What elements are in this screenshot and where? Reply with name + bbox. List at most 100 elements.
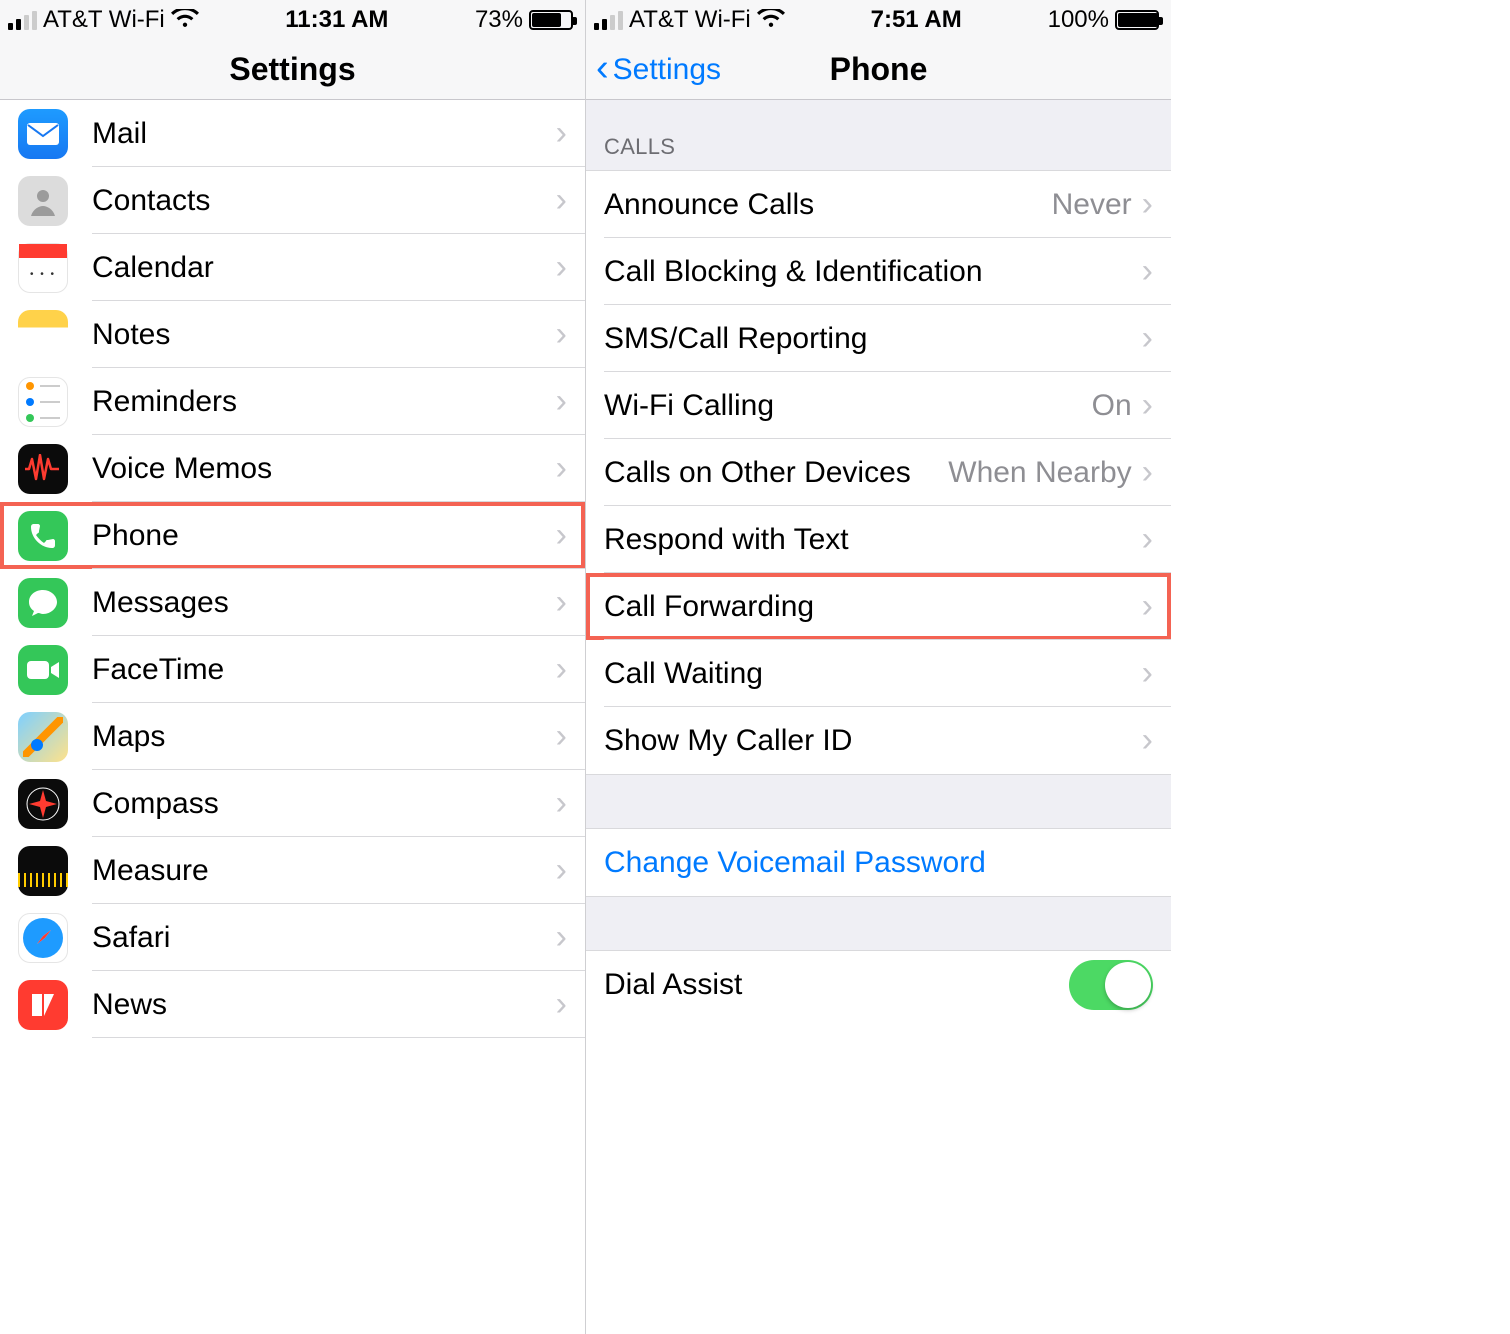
maps-icon bbox=[18, 712, 68, 762]
settings-row-compass[interactable]: Compass› bbox=[0, 770, 585, 837]
status-bar: AT&T Wi-Fi 7:51 AM 100% bbox=[586, 0, 1171, 40]
phone-row-forwarding[interactable]: Call Forwarding› bbox=[586, 573, 1171, 640]
chevron-right-icon: › bbox=[1142, 654, 1153, 693]
reminders-icon bbox=[18, 377, 68, 427]
wifi-icon bbox=[171, 5, 199, 36]
row-label: Mail bbox=[92, 117, 556, 151]
chevron-right-icon: › bbox=[556, 114, 567, 153]
contacts-icon bbox=[18, 176, 68, 226]
phone-row-wificalling[interactable]: Wi-Fi CallingOn › bbox=[586, 372, 1171, 439]
settings-row-facetime[interactable]: FaceTime› bbox=[0, 636, 585, 703]
news-icon bbox=[18, 980, 68, 1030]
chevron-right-icon: › bbox=[556, 382, 567, 421]
row-value: On bbox=[1092, 389, 1132, 423]
row-label: Compass bbox=[92, 787, 556, 821]
settings-row-news[interactable]: News› bbox=[0, 971, 585, 1038]
phone-row-smsreport[interactable]: SMS/Call Reporting› bbox=[586, 305, 1171, 372]
link-label: Change Voicemail Password bbox=[604, 846, 1153, 880]
measure-icon bbox=[18, 846, 68, 896]
section-header-calls: Calls bbox=[586, 100, 1171, 171]
settings-row-voicememos[interactable]: Voice Memos› bbox=[0, 435, 585, 502]
section-gap bbox=[586, 774, 1171, 829]
chevron-right-icon: › bbox=[1142, 386, 1153, 425]
row-label: Phone bbox=[92, 519, 556, 553]
battery-icon bbox=[529, 10, 573, 30]
row-label: Respond with Text bbox=[604, 523, 1142, 557]
chevron-left-icon: ‹ bbox=[596, 49, 609, 87]
chevron-right-icon: › bbox=[556, 918, 567, 957]
settings-row-maps[interactable]: Maps› bbox=[0, 703, 585, 770]
row-label: Call Blocking & Identification bbox=[604, 255, 1142, 289]
settings-row-calendar[interactable]: • • • Calendar› bbox=[0, 234, 585, 301]
page-title: Settings bbox=[229, 51, 355, 88]
settings-row-mail[interactable]: Mail› bbox=[0, 100, 585, 167]
status-time: 7:51 AM bbox=[871, 6, 962, 34]
phone-row-respondtext[interactable]: Respond with Text› bbox=[586, 506, 1171, 573]
phone-settings-pane: AT&T Wi-Fi 7:51 AM 100% ‹ Settings Phone… bbox=[586, 0, 1171, 1334]
row-label: Call Forwarding bbox=[604, 590, 1142, 624]
phone-row-otherdev[interactable]: Calls on Other DevicesWhen Nearby› bbox=[586, 439, 1171, 506]
chevron-right-icon: › bbox=[1142, 520, 1153, 559]
safari-icon bbox=[18, 913, 68, 963]
change-voicemail-password[interactable]: Change Voicemail Password bbox=[586, 829, 1171, 896]
row-label: News bbox=[92, 988, 556, 1022]
signal-icon bbox=[594, 10, 623, 30]
phone-row-blocking[interactable]: Call Blocking & Identification› bbox=[586, 238, 1171, 305]
dial-assist-row[interactable]: Dial Assist bbox=[586, 951, 1171, 1018]
row-label: Maps bbox=[92, 720, 556, 754]
row-label: Calls on Other Devices bbox=[604, 456, 948, 490]
back-button[interactable]: ‹ Settings bbox=[596, 40, 721, 99]
chevron-right-icon: › bbox=[556, 248, 567, 287]
settings-row-messages[interactable]: Messages› bbox=[0, 569, 585, 636]
row-label: Dial Assist bbox=[604, 968, 1069, 1002]
row-label: SMS/Call Reporting bbox=[604, 322, 1142, 356]
battery-percent: 73% bbox=[475, 6, 523, 34]
settings-row-safari[interactable]: Safari› bbox=[0, 904, 585, 971]
compass-icon bbox=[18, 779, 68, 829]
chevron-right-icon: › bbox=[1142, 252, 1153, 291]
chevron-right-icon: › bbox=[1142, 185, 1153, 224]
voicememos-icon bbox=[18, 444, 68, 494]
row-label: Voice Memos bbox=[92, 452, 556, 486]
page-title: Phone bbox=[830, 51, 928, 88]
chevron-right-icon: › bbox=[556, 315, 567, 354]
calls-list: Announce CallsNever›Call Blocking & Iden… bbox=[586, 171, 1171, 774]
row-label: Safari bbox=[92, 921, 556, 955]
row-label: Announce Calls bbox=[604, 188, 1052, 222]
settings-row-reminders[interactable]: Reminders› bbox=[0, 368, 585, 435]
row-label: Call Waiting bbox=[604, 657, 1142, 691]
facetime-icon bbox=[18, 645, 68, 695]
signal-icon bbox=[8, 10, 37, 30]
mail-icon bbox=[18, 109, 68, 159]
settings-row-contacts[interactable]: Contacts› bbox=[0, 167, 585, 234]
chevron-right-icon: › bbox=[556, 851, 567, 890]
settings-row-phone[interactable]: Phone› bbox=[0, 502, 585, 569]
phone-row-waiting[interactable]: Call Waiting› bbox=[586, 640, 1171, 707]
settings-row-notes[interactable]: Notes› bbox=[0, 301, 585, 368]
back-label: Settings bbox=[613, 53, 721, 87]
phone-row-callerid[interactable]: Show My Caller ID› bbox=[586, 707, 1171, 774]
status-bar: AT&T Wi-Fi 11:31 AM 73% bbox=[0, 0, 585, 40]
battery-percent: 100% bbox=[1048, 6, 1109, 34]
row-label: Calendar bbox=[92, 251, 556, 285]
nav-bar: Settings bbox=[0, 40, 585, 100]
wifi-icon bbox=[757, 5, 785, 36]
notes-icon bbox=[18, 310, 68, 360]
row-label: Show My Caller ID bbox=[604, 724, 1142, 758]
battery-icon bbox=[1115, 10, 1159, 30]
row-label: Reminders bbox=[92, 385, 556, 419]
phone-row-announce[interactable]: Announce CallsNever› bbox=[586, 171, 1171, 238]
chevron-right-icon: › bbox=[556, 717, 567, 756]
dial-assist-toggle[interactable] bbox=[1069, 960, 1153, 1010]
row-value: When Nearby bbox=[948, 456, 1131, 490]
chevron-right-icon: › bbox=[556, 784, 567, 823]
row-label: Wi-Fi Calling bbox=[604, 389, 1092, 423]
chevron-right-icon: › bbox=[556, 516, 567, 555]
calendar-icon: • • • bbox=[18, 243, 68, 293]
settings-row-measure[interactable]: Measure› bbox=[0, 837, 585, 904]
chevron-right-icon: › bbox=[1142, 587, 1153, 626]
chevron-right-icon: › bbox=[556, 181, 567, 220]
messages-icon bbox=[18, 578, 68, 628]
phone-icon bbox=[18, 511, 68, 561]
chevron-right-icon: › bbox=[1142, 721, 1153, 760]
